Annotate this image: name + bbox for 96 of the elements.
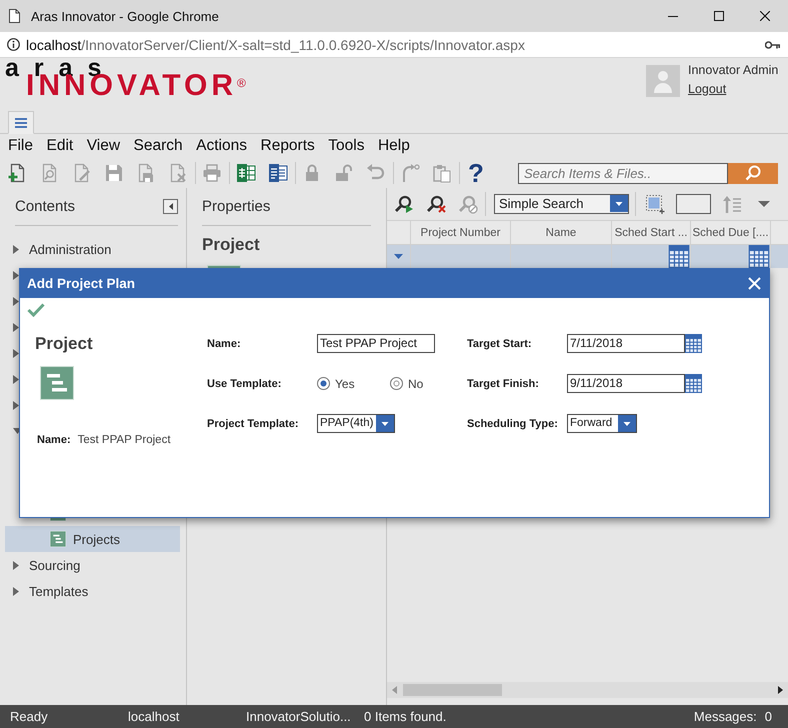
radio-option[interactable]: Yes: [317, 376, 390, 390]
panel-title: Contents: [15, 198, 76, 215]
document-floppy-icon: [136, 163, 156, 183]
menu-item[interactable]: Actions: [196, 137, 247, 155]
export-document-button[interactable]: [267, 161, 289, 185]
menu-tab[interactable]: [8, 111, 34, 134]
search-mode-select[interactable]: Simple Search: [494, 194, 629, 214]
tree-item[interactable]: Templates: [0, 578, 178, 604]
menu-item[interactable]: File: [8, 137, 33, 155]
date-field[interactable]: 7/11/2018: [567, 334, 685, 353]
tree-item[interactable]: Administration: [0, 236, 178, 262]
tree-item[interactable]: Sourcing: [0, 552, 178, 578]
status-text: InnovatorSolutio...: [246, 709, 352, 724]
calendar-icon[interactable]: [748, 245, 770, 268]
document-icon: [268, 163, 288, 183]
caret-icon: [610, 195, 628, 212]
field-label: Target Start:: [467, 338, 533, 350]
column-header[interactable]: Sched Due [....: [691, 221, 771, 244]
caret-down-icon: [758, 201, 770, 207]
item-type-title: Project: [202, 236, 261, 254]
spreadsheet-icon: [236, 163, 256, 183]
check-icon[interactable]: [27, 303, 45, 317]
page-size-field[interactable]: [676, 194, 711, 214]
date-field[interactable]: 9/11/2018: [567, 374, 685, 393]
project-icon: [50, 531, 66, 547]
menu-item[interactable]: View: [86, 137, 120, 155]
logout-link[interactable]: Logout: [688, 82, 778, 97]
calendar-icon[interactable]: [668, 245, 690, 268]
close-button[interactable]: [746, 276, 762, 292]
registered-mark: ®: [237, 76, 246, 90]
status-text: Ready: [10, 709, 49, 724]
search-x-icon: [426, 194, 446, 214]
scrollbar-thumb[interactable]: [403, 684, 502, 696]
search-play-icon: [394, 194, 414, 214]
document-pencil-icon: [72, 163, 92, 183]
calendar-icon[interactable]: [685, 374, 702, 393]
help-button[interactable]: ?: [465, 161, 487, 185]
tree-item[interactable]: Projects: [5, 526, 180, 552]
radio-option[interactable]: No: [390, 376, 463, 390]
status-text: localhost: [128, 709, 180, 724]
caret-icon: [618, 415, 636, 432]
unlock-icon: [334, 163, 354, 183]
project-icon: [40, 366, 74, 400]
dialog-title: Add Project Plan: [27, 276, 136, 291]
menu-item[interactable]: Edit: [46, 137, 74, 155]
menu-item[interactable]: Tools: [328, 137, 364, 155]
horizontal-scrollbar[interactable]: [387, 682, 788, 698]
key-icon: [765, 40, 780, 48]
caret-icon: [376, 415, 394, 432]
messages-count: 0: [764, 709, 772, 724]
export-spreadsheet-button[interactable]: [235, 161, 257, 185]
caret-left-icon: [168, 203, 172, 210]
curved-arrow-icon: [400, 163, 420, 183]
sort-icon: [722, 194, 742, 214]
panel-title: Properties: [202, 198, 270, 215]
column-header[interactable]: Project Number: [411, 221, 511, 244]
calendar-icon[interactable]: [685, 334, 702, 353]
collapse-button[interactable]: [163, 199, 178, 214]
item-type-title: Project: [35, 334, 93, 354]
user-name: Innovator Admin: [688, 63, 778, 78]
close-icon: [760, 11, 770, 21]
document-x-icon: [168, 163, 188, 183]
search-field[interactable]: Search Items & Files..: [518, 162, 728, 184]
grid-row[interactable]: [387, 245, 788, 268]
menu-item[interactable]: Reports: [260, 137, 315, 155]
search-button[interactable]: [728, 162, 778, 184]
status-text: 0 Items found.: [364, 709, 448, 724]
select-all-button[interactable]: [644, 192, 666, 216]
dropdown-field[interactable]: Forward: [567, 414, 637, 433]
summary-label: Name:: [37, 434, 71, 446]
menu-icon: [15, 118, 27, 128]
clipboard-icon: [432, 163, 452, 183]
window-title: Aras Innovator - Google Chrome: [31, 8, 220, 24]
menu-item[interactable]: Search: [134, 137, 183, 155]
field-label: Scheduling Type:: [467, 418, 559, 430]
selection-icon: [645, 194, 665, 214]
summary-value: Test PPAP Project: [78, 434, 171, 446]
page-icon: [9, 9, 20, 23]
menu-item[interactable]: Help: [378, 137, 410, 155]
search-icon: [745, 165, 761, 181]
info-icon: [7, 38, 20, 51]
messages-label: Messages:: [694, 709, 757, 724]
caret-down-icon: [394, 254, 403, 259]
column-header[interactable]: Name: [511, 221, 612, 244]
printer-icon: [202, 163, 222, 183]
avatar-icon: [646, 65, 680, 97]
column-header[interactable]: Sched Start ...: [612, 221, 691, 244]
field-label: Project Template:: [207, 418, 300, 430]
dropdown-field[interactable]: PPAP(4th): [317, 414, 396, 433]
text-field[interactable]: Test PPAP Project: [317, 334, 435, 353]
field-label: Name:: [207, 338, 242, 350]
maximize-icon: [714, 11, 724, 21]
field-label: Target Finish:: [467, 378, 540, 390]
search-block-icon: [458, 194, 478, 214]
close-icon: [748, 277, 760, 290]
field-label: Use Template:: [207, 378, 282, 390]
